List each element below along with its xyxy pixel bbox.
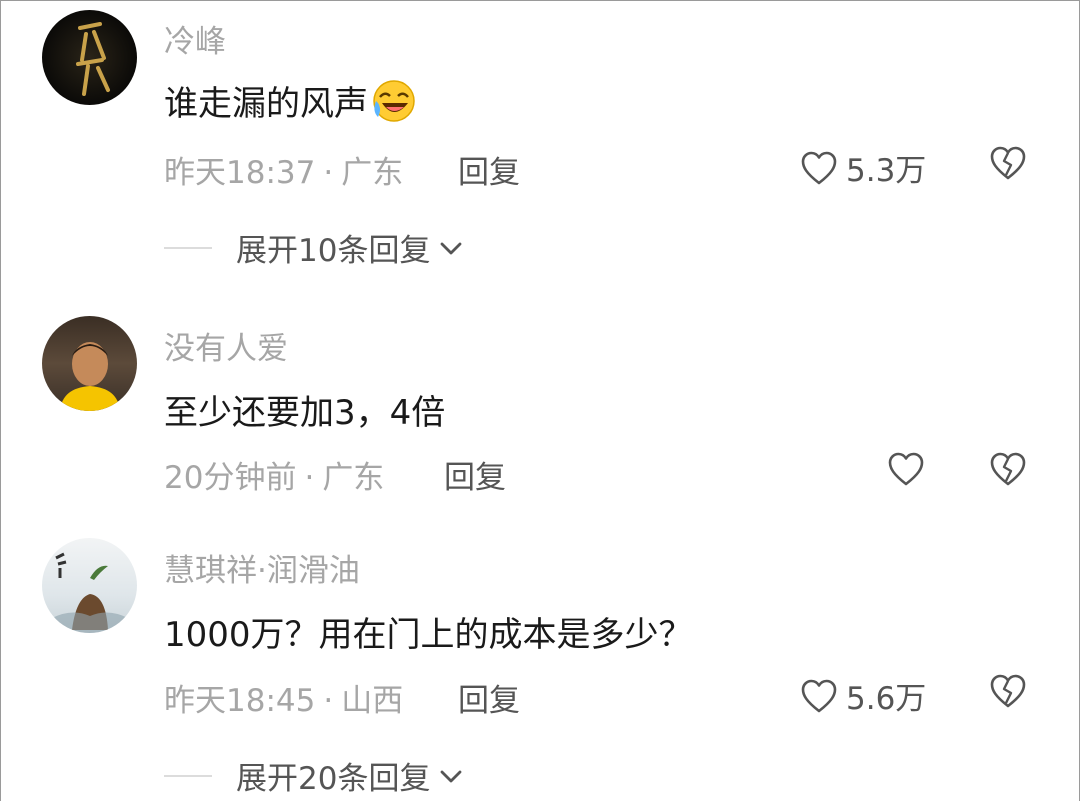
laughing-tears-emoji bbox=[370, 77, 418, 125]
comment-meta: 昨天18:45 · 山西 bbox=[164, 675, 403, 720]
avatar[interactable] bbox=[42, 538, 137, 633]
dislike-button[interactable] bbox=[989, 145, 1027, 181]
comment-text: 1000万？用在门上的成本是多少？ bbox=[164, 615, 693, 655]
comment-time: 昨天18:37 bbox=[164, 155, 316, 191]
heart-outline-icon bbox=[800, 150, 838, 186]
heart-outline-icon bbox=[800, 678, 838, 714]
comment-location: 山西 bbox=[341, 683, 404, 719]
expand-replies-label: 展开20条回复 bbox=[236, 761, 431, 797]
like-button[interactable] bbox=[887, 451, 933, 487]
heart-outline-icon bbox=[887, 451, 925, 487]
comment-time: 20分钟前 bbox=[164, 460, 297, 496]
expand-replies-button[interactable]: 展开10条回复 bbox=[164, 225, 464, 270]
reply-button[interactable]: 回复 bbox=[458, 147, 520, 192]
comment-username[interactable]: 慧琪祥·润滑油 bbox=[164, 545, 360, 590]
separator-dot: · bbox=[323, 155, 334, 191]
comment-location: 广东 bbox=[322, 460, 385, 496]
comment-meta: 20分钟前 · 广东 bbox=[164, 452, 384, 497]
dislike-button[interactable] bbox=[989, 673, 1027, 709]
broken-heart-icon bbox=[989, 451, 1027, 487]
reply-button[interactable]: 回复 bbox=[444, 452, 506, 497]
expand-divider bbox=[164, 774, 212, 777]
broken-heart-icon bbox=[989, 145, 1027, 181]
like-count: 5.3万 bbox=[846, 153, 927, 189]
like-button[interactable]: 5.3万 bbox=[800, 145, 926, 190]
dislike-button[interactable] bbox=[989, 451, 1027, 487]
comment-text: 至少还要加3，4倍 bbox=[164, 393, 446, 433]
avatar[interactable] bbox=[42, 316, 137, 411]
broken-heart-icon bbox=[989, 673, 1027, 709]
comment-meta: 昨天18:37 · 广东 bbox=[164, 147, 403, 192]
expand-divider bbox=[164, 246, 212, 249]
comment-username[interactable]: 冷峰 bbox=[164, 16, 226, 61]
chevron-down-icon bbox=[438, 766, 464, 786]
comment-location: 广东 bbox=[341, 155, 404, 191]
reply-button[interactable]: 回复 bbox=[458, 675, 520, 720]
comment-text: 谁走漏的风声 bbox=[164, 84, 368, 124]
separator-dot: · bbox=[323, 683, 334, 719]
like-button[interactable]: 5.6万 bbox=[800, 673, 926, 718]
avatar[interactable] bbox=[42, 10, 137, 105]
chevron-down-icon bbox=[438, 238, 464, 258]
expand-replies-button[interactable]: 展开20条回复 bbox=[164, 753, 464, 798]
comment-text-row: 谁走漏的风声 bbox=[164, 76, 418, 125]
separator-dot: · bbox=[304, 460, 315, 496]
like-count: 5.6万 bbox=[846, 681, 927, 717]
comment-username[interactable]: 没有人爱 bbox=[164, 323, 288, 368]
expand-replies-label: 展开10条回复 bbox=[236, 233, 431, 269]
comment-time: 昨天18:45 bbox=[164, 683, 316, 719]
